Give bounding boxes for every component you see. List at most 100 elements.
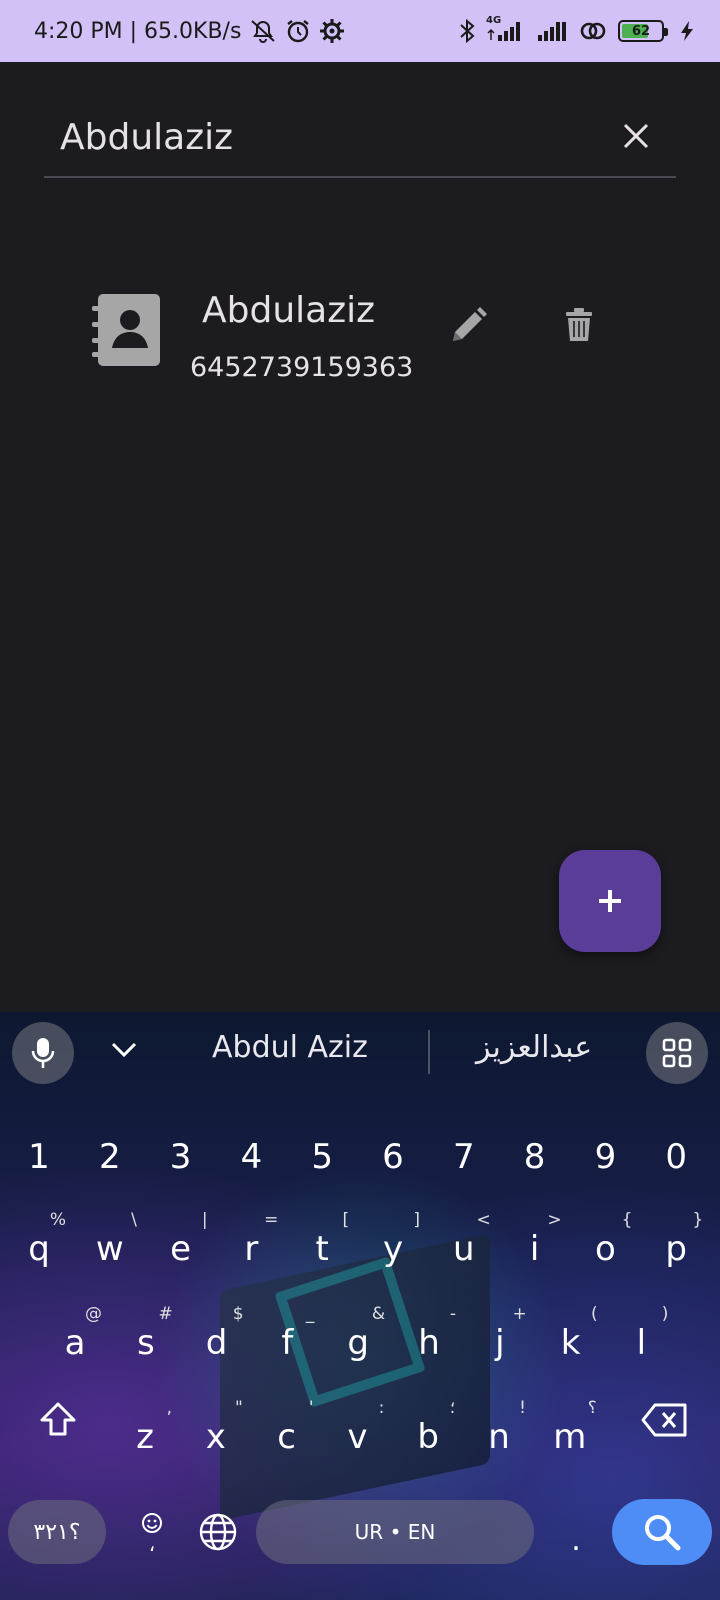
key-hint: , (166, 1398, 172, 1418)
emoji-icon (142, 1513, 162, 1533)
key-m[interactable]: m ؟ (537, 1398, 603, 1472)
key-f[interactable]: f _ (254, 1304, 320, 1378)
key-y[interactable]: y] (360, 1210, 426, 1284)
language-switch-key[interactable] (194, 1508, 242, 1556)
status-bar: 4:20 PM | 65.0KB/s 4G 62 (0, 0, 720, 62)
key-label: j (495, 1323, 505, 1363)
status-time-speed: 4:20 PM | 65.0KB/s (34, 18, 242, 44)
key-label: a (64, 1323, 86, 1363)
key-j[interactable]: j + (467, 1304, 533, 1378)
suggestion-bar: Abdul Aziz عبدالعزيز (0, 1012, 720, 1092)
key-b[interactable]: b ؛ (395, 1398, 461, 1472)
key-q[interactable]: q% (6, 1210, 72, 1284)
key-3[interactable]: 3 (148, 1122, 214, 1192)
key-label: 3 (169, 1137, 192, 1177)
key-c[interactable]: c ' (254, 1398, 320, 1472)
key-4[interactable]: 4 (218, 1122, 284, 1192)
key-r[interactable]: r = (218, 1210, 284, 1284)
key-label: 4 (240, 1137, 263, 1177)
network-type-label: 4G (486, 15, 502, 26)
key-hint: ) (661, 1304, 669, 1324)
key-hint: ( (590, 1304, 598, 1324)
key-g[interactable]: g & (325, 1304, 391, 1378)
key-x[interactable]: x " (183, 1398, 249, 1472)
key-7[interactable]: 7 (431, 1122, 497, 1192)
close-icon (623, 123, 649, 149)
key-t[interactable]: t[ (289, 1210, 355, 1284)
key-6[interactable]: 6 (360, 1122, 426, 1192)
space-key[interactable]: UR • EN (256, 1500, 534, 1564)
key-label: 2 (98, 1137, 121, 1177)
key-l[interactable]: l) (608, 1304, 674, 1378)
key-label: 1 (28, 1137, 50, 1177)
key-z[interactable]: z, (112, 1398, 178, 1472)
globe-icon (199, 1513, 237, 1551)
key-9[interactable]: 9 (572, 1122, 638, 1192)
contact-list-item[interactable]: Abdulaziz 6452739159363 (80, 282, 640, 402)
key-p[interactable]: p} (643, 1210, 709, 1284)
key-k[interactable]: k( (538, 1304, 604, 1378)
alarm-icon (285, 18, 311, 44)
key-hint: $ (232, 1304, 244, 1324)
period-key[interactable]: . (556, 1510, 596, 1558)
backspace-key[interactable] (636, 1388, 692, 1452)
edit-contact-button[interactable] (446, 302, 492, 348)
key-label: f (281, 1323, 294, 1363)
search-action-key[interactable] (612, 1499, 712, 1565)
collapse-keyboard-button[interactable] (104, 1030, 144, 1070)
key-label: 8 (523, 1137, 546, 1177)
search-input[interactable] (60, 112, 580, 162)
key-label: o (594, 1229, 616, 1269)
key-d[interactable]: d $ (184, 1304, 250, 1378)
emoji-key[interactable]: ، (126, 1502, 178, 1564)
microphone-icon (31, 1038, 55, 1068)
key-label: m (553, 1417, 587, 1457)
key-hint: & (371, 1304, 386, 1324)
key-label: s (136, 1323, 155, 1363)
suggestion-2[interactable]: عبدالعزيز (476, 1030, 592, 1065)
key-u[interactable]: u < (431, 1210, 497, 1284)
key-label: n (488, 1417, 510, 1457)
key-s[interactable]: s # (113, 1304, 179, 1378)
delete-contact-button[interactable] (556, 302, 602, 348)
voice-input-button[interactable] (12, 1022, 74, 1084)
clear-search-button[interactable] (614, 114, 658, 158)
keyboard-menu-button[interactable] (646, 1022, 708, 1084)
key-i[interactable]: i > (502, 1210, 568, 1284)
add-contact-button[interactable] (559, 850, 661, 952)
key-n[interactable]: n! (466, 1398, 532, 1472)
key-hint: ؟ (587, 1398, 597, 1418)
bluetooth-icon (458, 18, 476, 44)
key-0[interactable]: 0 (643, 1122, 709, 1192)
key-5[interactable]: 5 (289, 1122, 355, 1192)
trash-icon (566, 308, 592, 341)
key-hint: @ (85, 1304, 102, 1324)
key-1[interactable]: 1 (6, 1122, 72, 1192)
key-label: w (95, 1229, 124, 1269)
symbols-key[interactable]: ؟٣٢١ (8, 1500, 106, 1564)
signal-4g-icon: 4G (486, 15, 526, 43)
key-label: i (529, 1229, 540, 1269)
key-2[interactable]: 2 (77, 1122, 143, 1192)
key-8[interactable]: 8 (502, 1122, 568, 1192)
key-v[interactable]: v: (324, 1398, 390, 1472)
charging-bolt-icon (680, 20, 694, 42)
key-label: t (315, 1229, 329, 1269)
key-e[interactable]: e | (148, 1210, 214, 1284)
backspace-icon (641, 1403, 687, 1437)
key-hint: : (378, 1398, 385, 1418)
key-label: d (205, 1323, 228, 1363)
key-o[interactable]: o{ (572, 1210, 638, 1284)
hotspot-link-icon (578, 19, 608, 43)
contact-phone: 6452739159363 (190, 352, 414, 383)
key-label: 7 (452, 1137, 475, 1177)
key-w[interactable]: w \ (77, 1210, 143, 1284)
key-hint: # (158, 1304, 173, 1324)
key-a[interactable]: a @ (42, 1304, 108, 1378)
shift-key[interactable] (30, 1388, 86, 1452)
key-label: 5 (311, 1137, 333, 1177)
key-label: r (244, 1229, 259, 1269)
key-label: 6 (382, 1137, 404, 1177)
suggestion-1[interactable]: Abdul Aziz (212, 1030, 368, 1065)
key-h[interactable]: h- (396, 1304, 462, 1378)
